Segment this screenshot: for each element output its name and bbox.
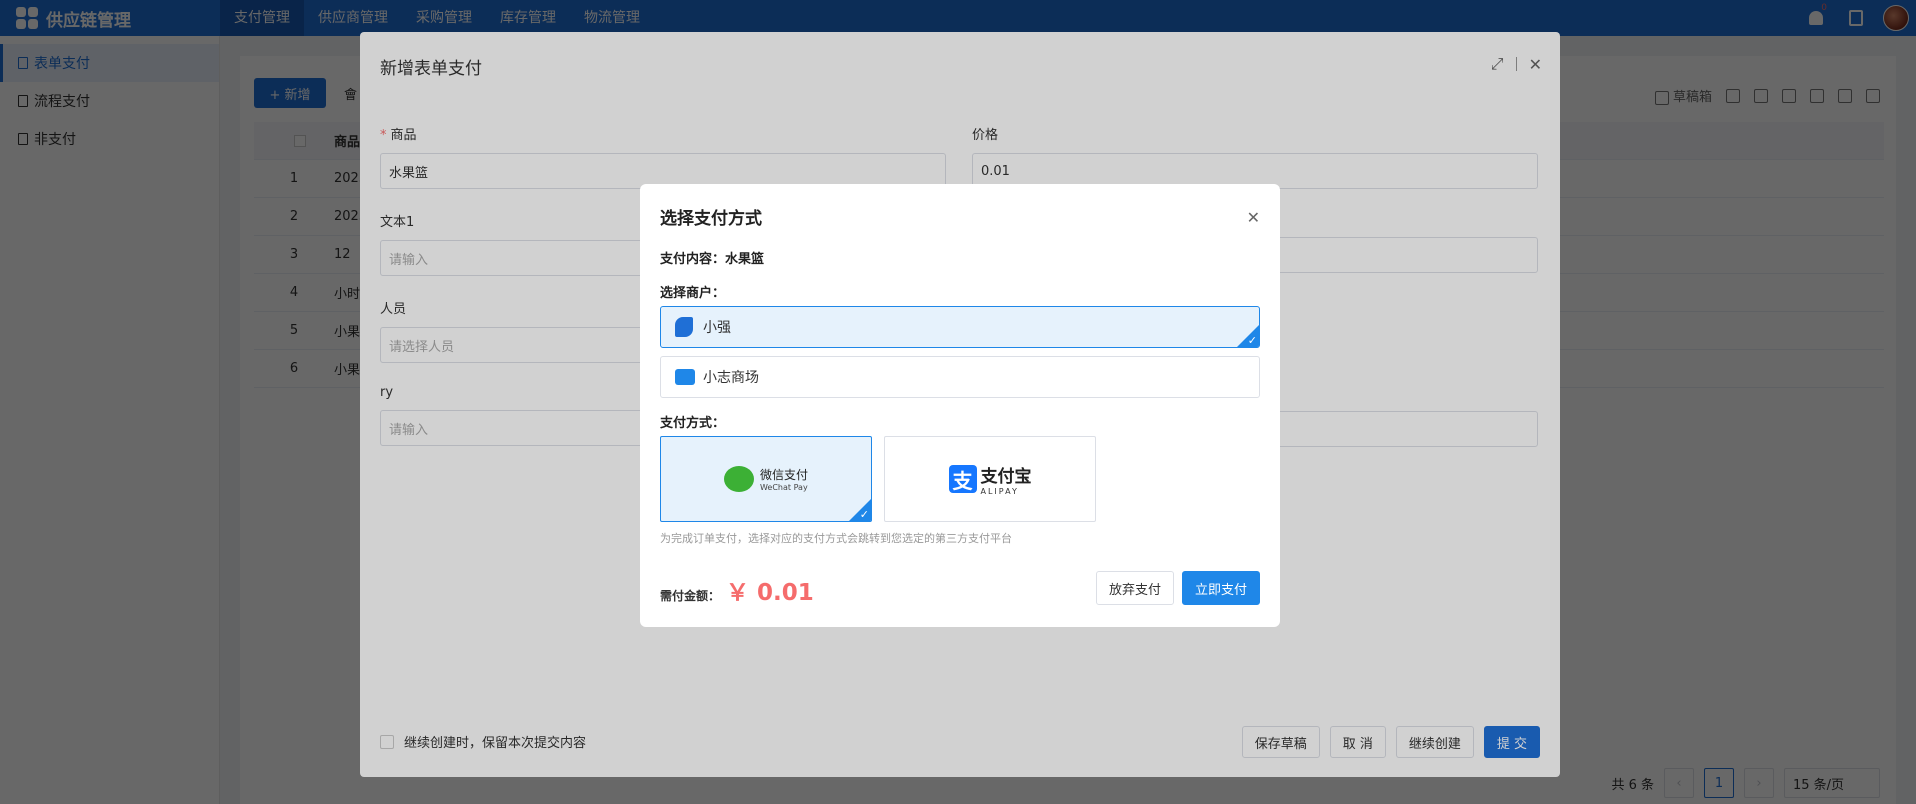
merchant-option-xiaoqiang[interactable]: 小强 ✓	[660, 306, 1260, 348]
wechat-pay-option[interactable]: 微信支付 WeChat Pay ✓	[660, 436, 872, 522]
abandon-payment-button[interactable]: 放弃支付	[1095, 571, 1174, 605]
merchant-logo-icon	[675, 317, 693, 337]
payment-dialog-title: 选择支付方式	[660, 209, 762, 229]
merchant-option-xiaozhi[interactable]: 小志商场	[660, 356, 1260, 398]
payment-method-label: 支付方式：	[660, 416, 726, 431]
merchant-label: 选择商户：	[660, 286, 726, 301]
wechat-icon	[723, 466, 754, 492]
payment-dialog: 选择支付方式 ✕ 支付内容：水果篮 选择商户： 小强 ✓ 小志商场 支付方式： …	[640, 184, 1280, 627]
close-icon[interactable]: ✕	[1247, 208, 1260, 227]
pay-now-button[interactable]: 立即支付	[1181, 571, 1260, 605]
check-icon: ✓	[1247, 334, 1257, 347]
payment-content: 支付内容：水果篮	[660, 252, 765, 267]
check-icon: ✓	[859, 508, 869, 521]
amount-value: ￥ 0.01	[726, 580, 814, 606]
alipay-option[interactable]: 支 支付宝 ALIPAY	[884, 436, 1096, 522]
wallet-icon	[675, 369, 695, 385]
payment-hint: 为完成订单支付，选择对应的支付方式会跳转到您选定的第三方支付平台	[660, 532, 1012, 545]
alipay-icon: 支	[948, 465, 977, 493]
amount-due: 需付金额： ￥ 0.01	[660, 573, 814, 607]
